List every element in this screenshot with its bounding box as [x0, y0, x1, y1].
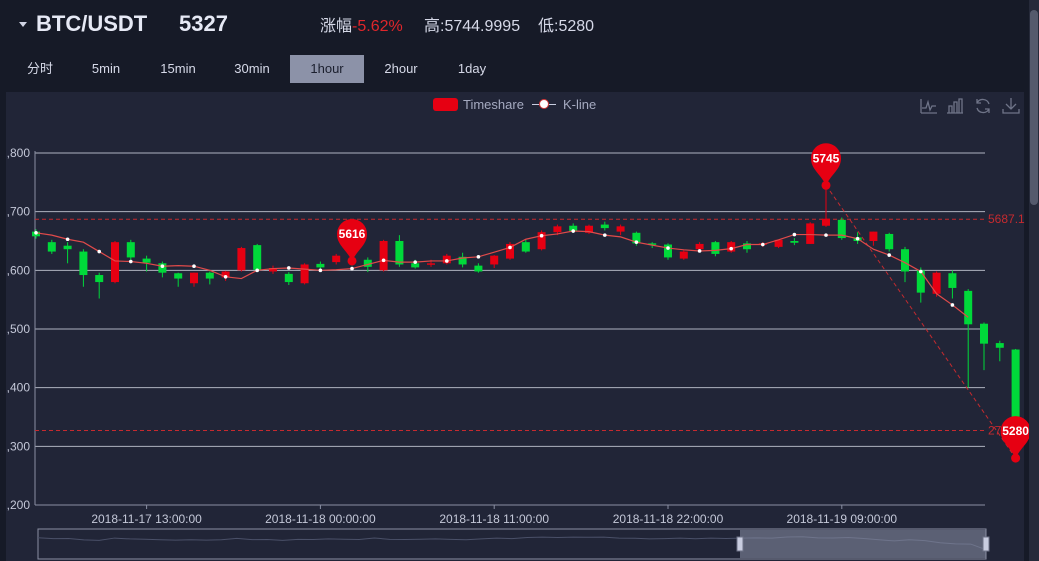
candle-body [395, 241, 404, 265]
ma-point [824, 233, 828, 237]
ma-point [413, 260, 418, 264]
candle-body [190, 272, 198, 284]
candle-body [47, 242, 56, 252]
candle-body [711, 242, 720, 254]
candle-body [679, 251, 688, 259]
page-scrollbar[interactable] [1029, 0, 1039, 561]
ma-point [287, 266, 291, 270]
ma-point [887, 253, 891, 257]
ma-point [129, 259, 133, 264]
x-tick-label: 2018-11-18 11:00:00 [439, 512, 549, 526]
ma-point [445, 259, 449, 263]
ma-point [761, 242, 765, 247]
ma-point [919, 269, 923, 274]
zoom-slider-selection[interactable] [740, 530, 986, 558]
zoom-slider-handle[interactable] [982, 536, 990, 552]
candle-body [316, 263, 325, 268]
ma-point [192, 264, 196, 269]
candle-body [790, 241, 799, 243]
marker-dot [347, 256, 357, 266]
candle-body [332, 255, 341, 263]
candle-body [600, 224, 609, 229]
x-tick-label: 2018-11-18 00:00:00 [265, 512, 376, 526]
ma-point [792, 232, 797, 237]
ma-point [34, 230, 38, 235]
ma-point [381, 258, 386, 263]
candle-body [205, 272, 214, 279]
x-tick-label: 2018-11-17 13:00:00 [91, 512, 202, 526]
candle-body [964, 290, 973, 325]
candle-body [616, 226, 625, 232]
y-tick-label: ,300 [7, 439, 31, 453]
x-tick-label: 2018-11-18 22:00:00 [613, 512, 724, 526]
marker-label: 5616 [339, 227, 366, 241]
candlestick-chart: ,200 ,300 ,400 ,500 ,600 ,700 ,800 2018-11-17 1… [7, 143, 1031, 560]
scrollbar-thumb[interactable] [1030, 10, 1038, 205]
candle-body [948, 273, 957, 288]
ma-point [539, 233, 544, 238]
markline-label: 5687.1 [988, 212, 1025, 226]
ma-point [950, 303, 955, 307]
candle-body [300, 264, 309, 284]
y-tick-label: ,600 [7, 263, 31, 277]
candle-body [822, 218, 830, 226]
candle-body [553, 226, 562, 233]
ma-point [350, 266, 354, 271]
ma-point [697, 249, 702, 253]
candle-body [237, 248, 246, 271]
candle-body [253, 245, 262, 270]
candle-body [806, 223, 815, 244]
marker-dot [821, 180, 831, 190]
y-tick-label: ,200 [7, 498, 31, 512]
candle-body [869, 231, 878, 241]
marker-dot [1011, 453, 1021, 463]
x-tick-label: 2018-11-19 09:00:00 [787, 512, 898, 526]
ma-point [223, 274, 228, 279]
candle-body [63, 245, 72, 250]
candle-body [174, 273, 183, 279]
candle-body [916, 270, 925, 293]
candle-body [126, 242, 135, 258]
candle-body [95, 275, 104, 283]
candle-body [695, 243, 704, 250]
ma-point [603, 233, 607, 237]
candle-body [111, 242, 119, 283]
y-tick-label: ,800 [7, 146, 31, 160]
candle-body [79, 251, 88, 276]
candle-body [885, 233, 894, 250]
ma-point [97, 249, 101, 254]
candle-body [474, 265, 483, 272]
ma-point [65, 237, 70, 242]
ma-point [160, 264, 165, 269]
candle-body [284, 273, 293, 283]
ma-point [729, 246, 733, 251]
y-tick-label: ,700 [7, 205, 31, 219]
ma-point [571, 229, 575, 233]
candle-body [490, 255, 499, 265]
y-tick-label: ,500 [7, 322, 31, 336]
marker-label: 5280 [1002, 424, 1029, 438]
ma-point [318, 268, 323, 273]
candle-body [521, 242, 530, 252]
candle-body [142, 258, 151, 263]
candle-body [901, 249, 909, 272]
y-tick-label: ,400 [7, 381, 31, 395]
ma-point [255, 268, 259, 273]
marker-label: 5745 [813, 151, 840, 165]
candle-body [980, 323, 988, 344]
ma-point [855, 236, 860, 241]
ma-point [476, 255, 481, 259]
ma-point [634, 240, 639, 244]
candle-body [427, 263, 435, 265]
ma-point [666, 246, 670, 250]
candle-body [995, 343, 1004, 348]
zoom-slider-handle[interactable] [736, 536, 744, 552]
candle-body [379, 241, 388, 271]
ma-point [508, 245, 512, 250]
